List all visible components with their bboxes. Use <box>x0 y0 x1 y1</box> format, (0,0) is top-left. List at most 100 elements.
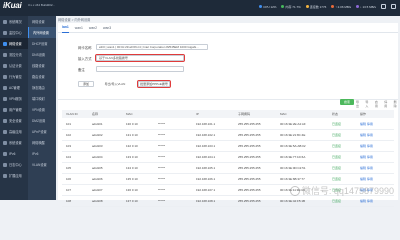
app-logo[interactable]: iKuai <box>3 1 22 10</box>
nic-select[interactable]: eth0 | wan1 | 00:0c:29:a0:66:c4 | Intel … <box>96 44 208 50</box>
breadcrumb: 网络设置 > 内外网设置 <box>58 18 91 22</box>
cell-vid: 103 <box>66 144 72 148</box>
col-mac: MAC <box>126 112 133 116</box>
subnav-item[interactable]: 路由设置 <box>28 71 56 82</box>
table-row[interactable]: 102 adsl102 131 0 10 ****** 192.168.102.1 255… <box>62 130 394 141</box>
import-vlan-button[interactable]: 导出/导入VLAN <box>100 81 130 87</box>
advanced-icon <box>3 129 7 134</box>
cell-mask: 255.255.255.255 <box>238 122 261 126</box>
stat-upload: ↑ 2.06 MB/s <box>331 5 351 9</box>
subnav-item[interactable]: 线路设置 <box>28 60 56 71</box>
export-button[interactable]: 导出 <box>356 100 360 108</box>
nav-item-auth[interactable]: 认证计费 <box>0 60 28 71</box>
table-row[interactable]: 101 adsl101 130 0 10 ****** 192.168.101.1 255… <box>62 119 394 130</box>
subnav-item[interactable]: DHCP设置 <box>28 38 56 49</box>
row-actions[interactable]: 编辑 停用 <box>360 152 373 163</box>
nav-item-monitor[interactable]: 监控中心 <box>0 27 28 38</box>
row-actions[interactable]: 编辑 停用 <box>360 196 373 207</box>
main-panel: lan1 wan1 wan2 wan3 网卡名称 eth0 | wan1 | 0… <box>58 23 398 207</box>
access-mode-select[interactable]: 基于VLAN多线路拨号 <box>95 54 185 62</box>
nav-item-behavior[interactable]: 行为管控 <box>0 71 28 82</box>
row-actions[interactable]: 编辑 停用 <box>360 130 373 141</box>
disable-button[interactable]: 停用 <box>384 100 388 108</box>
cell-name: adsl108 <box>92 199 103 203</box>
wechat-icon <box>289 185 300 196</box>
col-vlan-id[interactable]: VLAN ID <box>66 110 78 118</box>
user-icon[interactable] <box>381 4 386 9</box>
search-button[interactable]: 搜索 <box>340 99 354 105</box>
auth-icon <box>3 63 7 68</box>
cell-ip: 192.168.103.1 <box>196 144 216 148</box>
nav-item-overview[interactable]: 系统概况 <box>0 16 28 27</box>
note-label: 备注 <box>78 67 85 72</box>
system-stats: CPU 12% 内存 71.7% 连接数 1776 ↑ 2.06 MB/s ↓ … <box>259 4 396 9</box>
col-name[interactable]: 名称 <box>92 110 98 118</box>
cell-name: adsl107 <box>92 188 103 192</box>
cell-vid: 104 <box>66 155 72 159</box>
cell-pwd: ****** <box>158 133 166 137</box>
table-controls: 导出 导入 启用 停用 删除 <box>356 100 398 108</box>
nav-item-vpn[interactable]: VPN服务 <box>0 93 28 104</box>
nav-item-flow[interactable]: 流控分流 <box>0 49 28 60</box>
nav-item-ac[interactable]: AC管理 <box>0 82 28 93</box>
subnav-item[interactable]: IPv6 <box>28 148 56 159</box>
nav-item-advanced[interactable]: 高级应用 <box>0 126 28 137</box>
cpu-dot-icon <box>259 5 263 8</box>
subnav-item[interactable]: UPnP设置 <box>28 126 56 137</box>
table-row[interactable]: 105 adsl105 134 0 10 ****** 192.168.105.1 255… <box>62 163 394 174</box>
nav-item-system[interactable]: 系统设置 <box>0 137 28 148</box>
cell-mac: 135 0 10 <box>126 177 138 181</box>
row-actions[interactable]: 编辑 停用 <box>360 163 373 174</box>
note-input[interactable] <box>96 66 184 72</box>
extension-icon <box>3 173 7 178</box>
memory-dot-icon <box>281 5 285 8</box>
enable-button[interactable]: 启用 <box>375 100 379 108</box>
subnav-item[interactable]: DMZ设置 <box>28 115 56 126</box>
cell-mac: 136 0 10 <box>126 188 138 192</box>
access-row: 接入方式 基于VLAN多线路拨号 <box>78 54 185 62</box>
cell-ip: 192.168.104.1 <box>196 155 216 159</box>
nav-item-extensions[interactable]: 扩展应用 <box>0 170 28 181</box>
nav-item-logs[interactable]: 日志中心 <box>0 159 28 170</box>
tab-wan3[interactable]: wan3 <box>103 23 111 33</box>
cell-pwd: ****** <box>158 199 166 203</box>
nic-row: 网卡名称 eth0 | wan1 | 00:0c:29:a0:66:c4 | I… <box>78 44 208 50</box>
cell-vid: 102 <box>66 133 72 137</box>
subnav-item[interactable]: 网络设置 <box>28 16 56 27</box>
cell-name: adsl104 <box>92 155 103 159</box>
subnav-item-lan-wan[interactable]: 内外网设置 <box>28 27 56 38</box>
batch-pppoe-button[interactable]: 批量添加PPPoE拨号 <box>137 80 171 88</box>
subnav-item[interactable]: 端口映射 <box>28 93 56 104</box>
row-actions[interactable]: 编辑 停用 <box>360 141 373 152</box>
tab-wan1[interactable]: wan1 <box>75 23 83 33</box>
table-row[interactable]: 104 adsl104 133 0 10 ****** 192.168.104.1 255… <box>62 152 394 163</box>
table-row[interactable]: 103 adsl103 132 0 10 ****** 192.168.103.1 255… <box>62 141 394 152</box>
cell-pwd: ****** <box>158 144 166 148</box>
subnav-item[interactable]: VLAN设置 <box>28 159 56 170</box>
app-version: 3.x.x x64 Build202... <box>28 3 56 7</box>
tab-wan2[interactable]: wan2 <box>89 23 97 33</box>
table-row[interactable]: 108 adsl108 137 0 10 ****** 192.168.108.1 255… <box>62 196 394 207</box>
cell-ip: 192.168.107.1 <box>196 188 216 192</box>
cell-ip: 192.168.108.1 <box>196 199 216 203</box>
monitor-icon <box>3 30 7 35</box>
subnav-item[interactable]: DNS设置 <box>28 49 56 60</box>
delete-button[interactable]: 删除 <box>394 100 398 108</box>
log-icon <box>3 162 7 167</box>
logout-icon[interactable] <box>391 4 396 9</box>
access-label: 接入方式 <box>78 56 92 61</box>
vpn-icon <box>3 96 7 101</box>
add-button[interactable]: 添加 <box>78 81 94 87</box>
subnav-item[interactable]: 网络唤醒 <box>28 137 56 148</box>
subnav-item[interactable]: 静态路由 <box>28 82 56 93</box>
nav-item-ipv6[interactable]: IPv6 <box>0 148 28 159</box>
nav-item-security[interactable]: 安全设置 <box>0 115 28 126</box>
import-button[interactable]: 导入 <box>365 100 369 108</box>
tab-lan1[interactable]: lan1 <box>62 23 69 33</box>
nav-item-users[interactable]: 用户管理 <box>0 104 28 115</box>
cell-vid: 105 <box>66 166 72 170</box>
cell-mac: 137 0 10 <box>126 199 138 203</box>
subnav-item[interactable]: VPN设置 <box>28 104 56 115</box>
nav-item-network[interactable]: 网络设置 <box>0 38 28 49</box>
row-actions[interactable]: 编辑 停用 <box>360 119 373 130</box>
